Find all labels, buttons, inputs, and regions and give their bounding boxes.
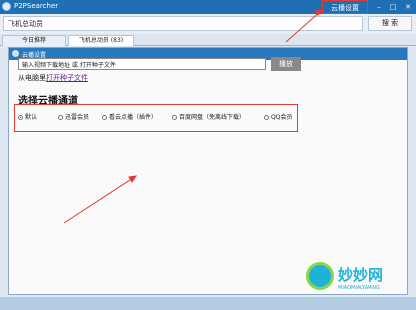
watermark-text: 妙妙网: [338, 266, 384, 284]
watermark-subtext: MIAOMIAOWANG: [338, 285, 380, 291]
arrow-to-cloud-button: [285, 9, 324, 43]
watermark-logo: 妙妙网 MIAOMIAOWANG: [306, 262, 410, 298]
watermark-icon: [306, 262, 334, 290]
status-bar: [0, 297, 416, 310]
arrow-to-channel-group: [63, 175, 138, 224]
